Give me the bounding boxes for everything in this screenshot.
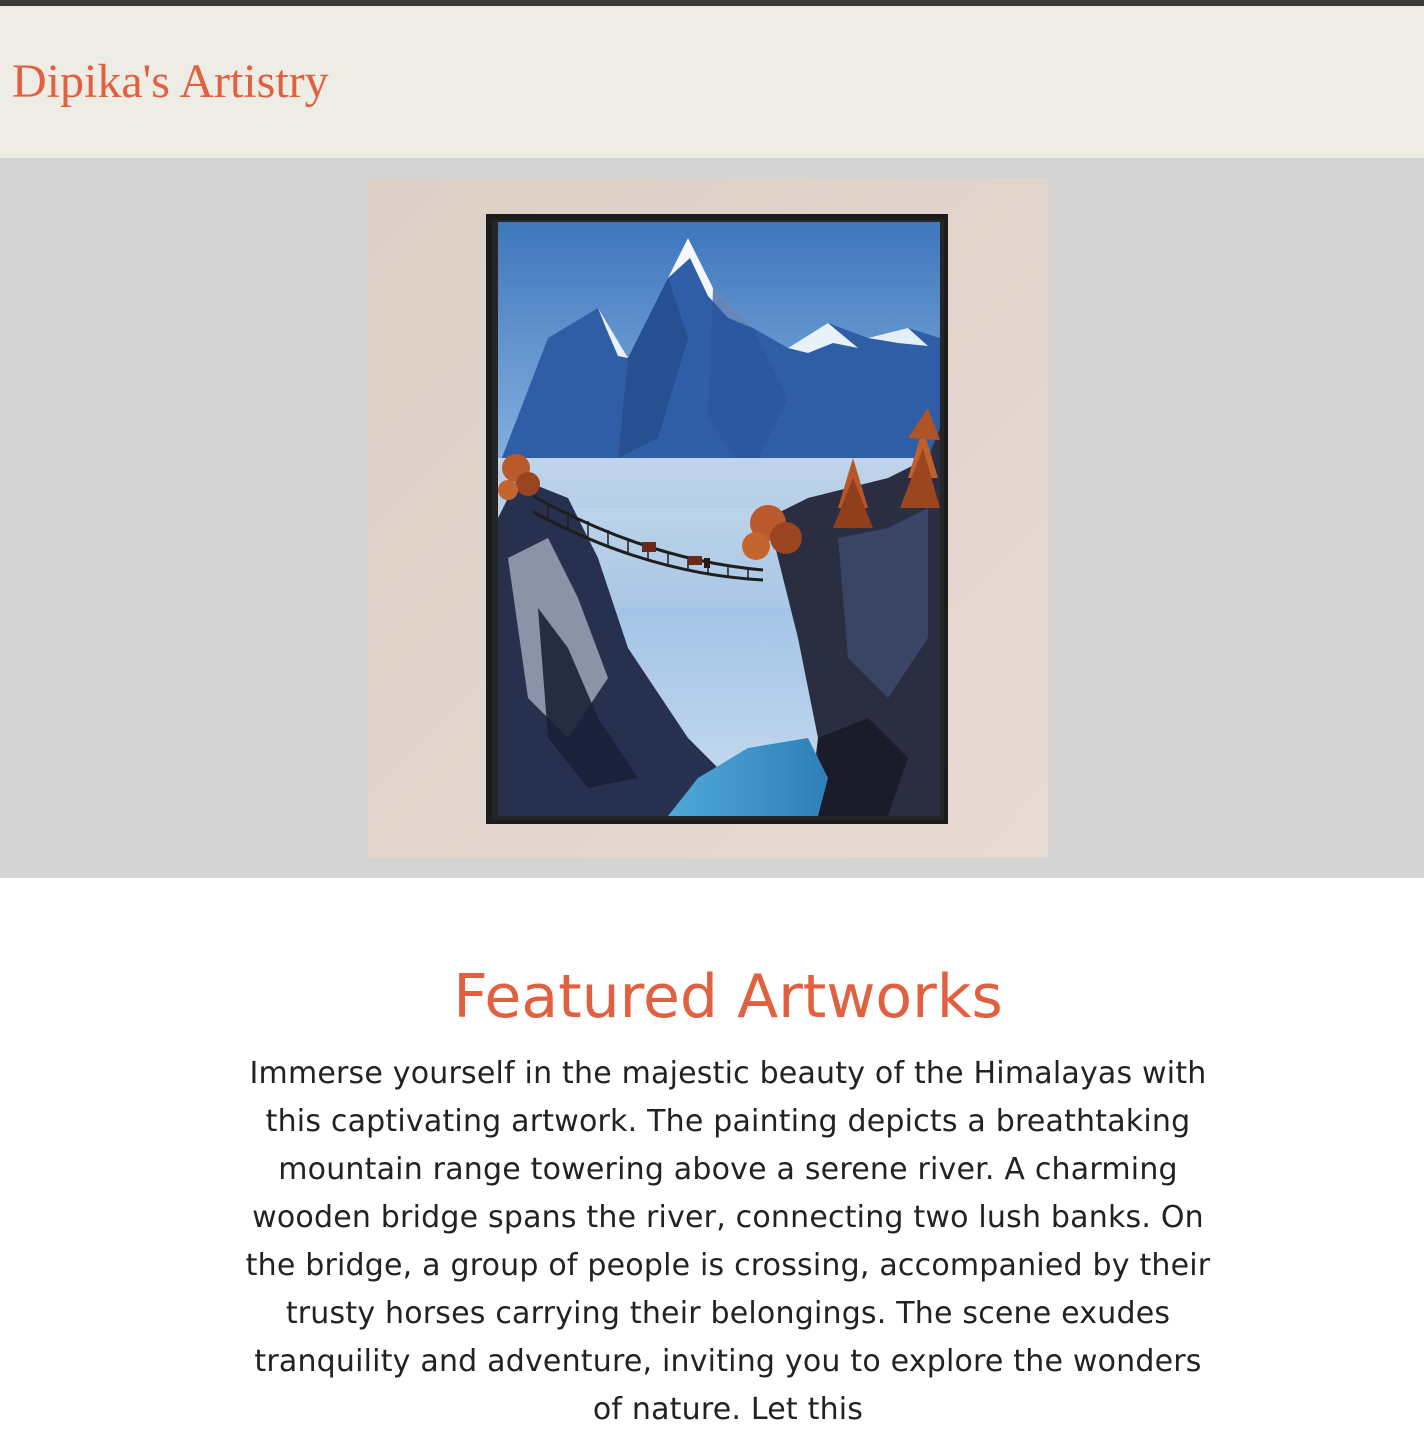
featured-artwork-image[interactable] bbox=[368, 178, 1048, 858]
site-logo-link[interactable]: Dipika's Artistry bbox=[12, 54, 329, 110]
featured-section: Featured Artworks Immerse yourself in th… bbox=[0, 878, 1424, 1427]
site-header: Dipika's Artistry bbox=[0, 6, 1424, 158]
featured-description: Immerse yourself in the majestic beauty … bbox=[245, 1056, 1211, 1427]
featured-title: Featured Artworks bbox=[453, 962, 1003, 1032]
hero-section bbox=[0, 158, 1424, 878]
